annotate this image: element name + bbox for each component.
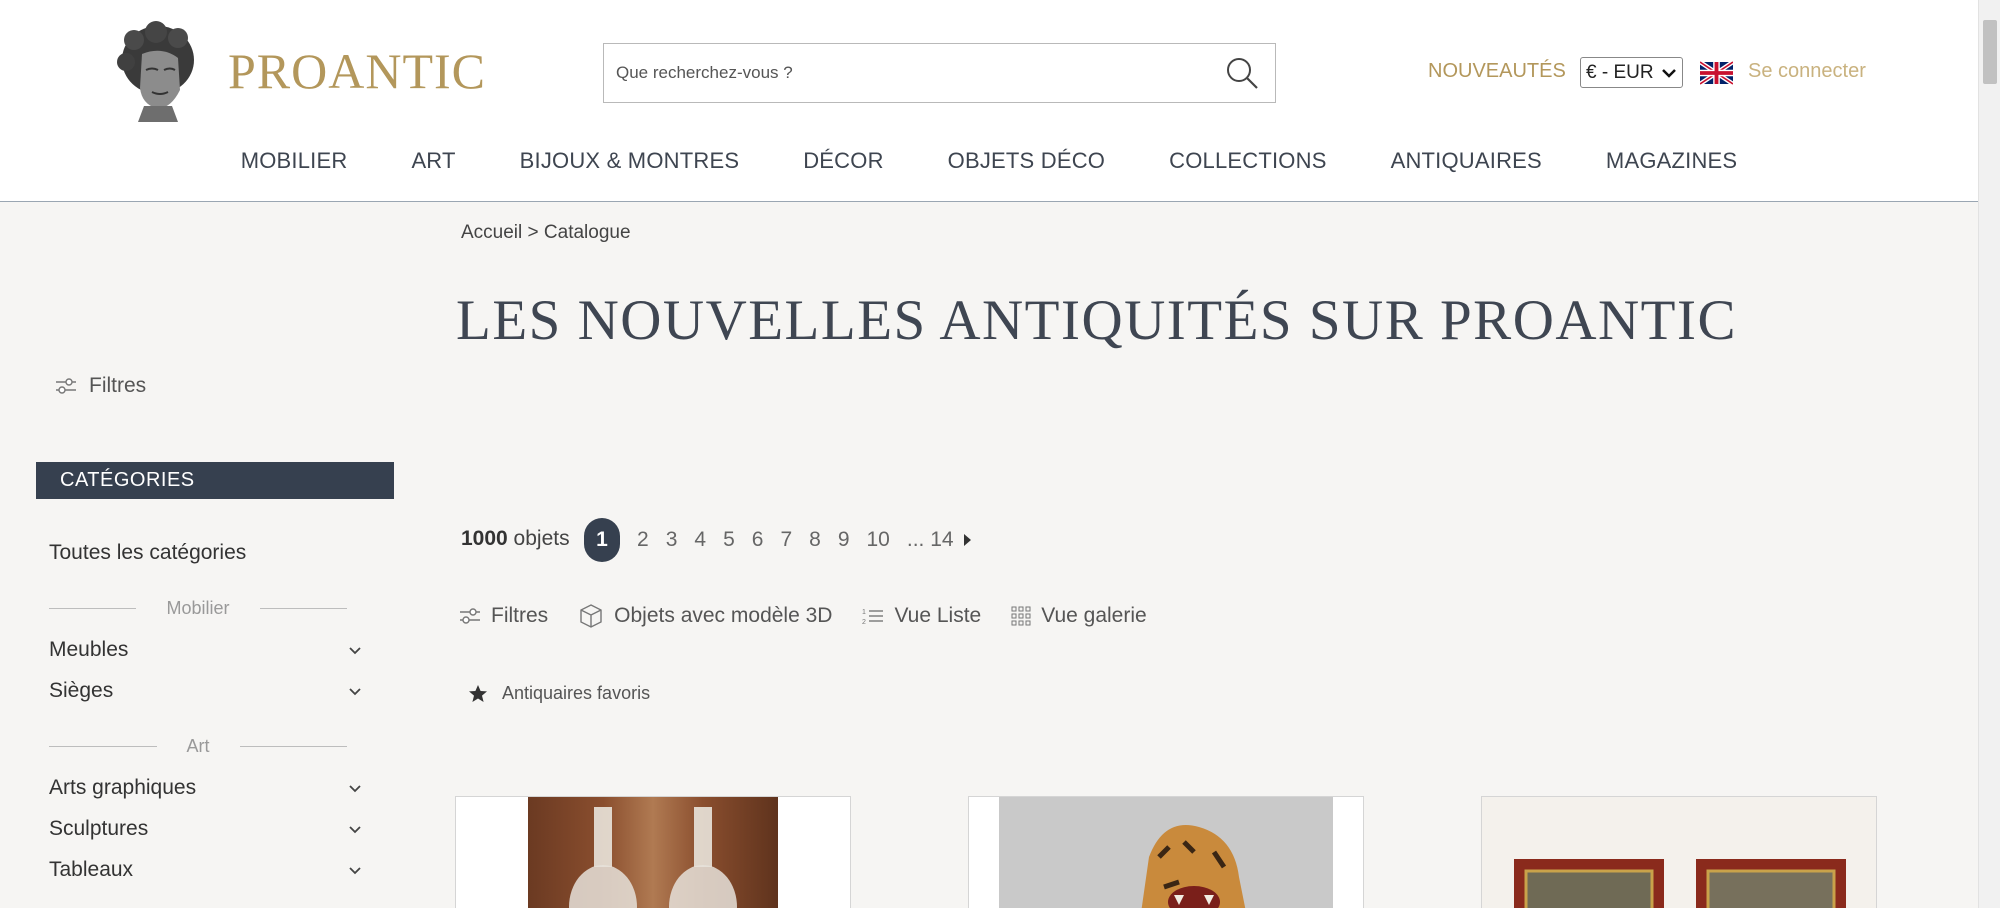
nav-item-objets-deco[interactable]: OBJETS DÉCO (948, 148, 1105, 182)
nav-item-decor[interactable]: DÉCOR (803, 148, 883, 182)
chevron-down-icon (349, 867, 361, 875)
page-link[interactable]: 3 (666, 528, 678, 552)
page-link-last[interactable]: ... 14 (907, 528, 954, 552)
svg-text:1: 1 (862, 609, 866, 616)
objects-3d-button[interactable]: Objets avec modèle 3D (578, 603, 832, 629)
page-link[interactable]: 5 (723, 528, 735, 552)
search-button[interactable] (1223, 54, 1261, 92)
category-item-label: Meubles (49, 638, 129, 661)
page-link[interactable]: 7 (780, 528, 792, 552)
uk-flag-icon[interactable] (1698, 60, 1735, 86)
category-item-meubles[interactable]: Meubles (49, 633, 363, 667)
all-categories-link[interactable]: Toutes les catégories (49, 541, 246, 565)
product-image (528, 797, 778, 908)
product-card[interactable] (1481, 796, 1877, 908)
page-link[interactable]: 4 (694, 528, 706, 552)
product-image (1482, 797, 1876, 908)
grid-icon (1011, 606, 1031, 626)
scrollbar-thumb[interactable] (1983, 20, 1997, 84)
results-count: 1000 objets (461, 527, 570, 551)
page-link-current[interactable]: 1 (584, 518, 620, 562)
category-group-divider: Mobilier (49, 596, 347, 620)
favorite-dealers-toggle[interactable]: Antiquaires favoris (468, 683, 650, 704)
category-item-arts-graphiques[interactable]: Arts graphiques (49, 771, 363, 805)
objects-3d-label: Objets avec modèle 3D (614, 604, 833, 627)
results-count-unit: objets (507, 527, 570, 550)
main-nav: MOBILIER ART BIJOUX & MONTRES DÉCOR OBJE… (0, 148, 1978, 182)
nav-item-bijoux-montres[interactable]: BIJOUX & MONTRES (520, 148, 740, 182)
logo-link[interactable]: PROANTIC (112, 20, 486, 122)
category-item-label: Arts graphiques (49, 776, 197, 799)
svg-text:2: 2 (862, 619, 866, 626)
product-card[interactable] (455, 796, 851, 908)
chevron-down-icon (349, 647, 361, 655)
currency-select[interactable]: € - EUR (1580, 57, 1683, 88)
product-image (999, 797, 1333, 908)
search-icon (1227, 58, 1258, 89)
site-header: PROANTIC NOUVEAUTÉS € - EUR Se connecter… (0, 0, 1978, 202)
currency-value: € - EUR (1586, 61, 1654, 83)
category-group-label: Art (186, 735, 210, 756)
categories-title: CATÉGORIES (36, 462, 394, 499)
login-link[interactable]: Se connecter (1748, 60, 1866, 83)
logo-bust-icon (112, 20, 208, 122)
pagination: 1 2 3 4 5 6 7 8 9 10 ... 14 (584, 518, 972, 562)
search-box (603, 43, 1276, 103)
chevron-down-icon (349, 785, 361, 793)
category-item-sculptures[interactable]: Sculptures (49, 812, 363, 846)
page-link[interactable]: 9 (838, 528, 850, 552)
list-view-button[interactable]: 1 2 Vue Liste (862, 604, 981, 628)
nav-item-magazines[interactable]: MAGAZINES (1606, 148, 1737, 182)
breadcrumb: Accueil > Catalogue (461, 222, 631, 244)
cube-3d-icon (580, 604, 602, 628)
next-page-icon[interactable] (962, 533, 972, 547)
page-title: LES NOUVELLES ANTIQUITÉS SUR PROANTIC (456, 289, 1737, 352)
logo-text: PROANTIC (228, 43, 487, 99)
category-group-divider: Art (49, 734, 348, 758)
nouveautes-link[interactable]: NOUVEAUTÉS (1428, 60, 1566, 83)
gallery-view-label: Vue galerie (1041, 604, 1147, 627)
filters-button[interactable]: Filtres (459, 604, 548, 628)
star-icon (469, 684, 487, 702)
list-view-icon: 1 2 (862, 609, 884, 626)
breadcrumb-current: Catalogue (543, 222, 631, 243)
chevron-down-icon (349, 826, 361, 834)
filter-icon (56, 378, 76, 394)
page-link[interactable]: 6 (752, 528, 764, 552)
page-scrollbar[interactable] (1978, 0, 2000, 908)
results-count-number: 1000 (461, 527, 508, 550)
sidebar-filter-button[interactable]: Filtres (55, 374, 146, 398)
search-input[interactable] (616, 44, 1196, 102)
filter-icon (460, 608, 480, 624)
list-view-label: Vue Liste (894, 604, 982, 627)
listing-toolbar: Filtres Objets avec modèle 3D 1 2 Vue Li… (459, 603, 1177, 629)
filters-label: Filtres (491, 604, 549, 627)
breadcrumb-home-link[interactable]: Accueil (461, 222, 522, 243)
chevron-down-icon (1662, 68, 1676, 78)
product-card[interactable] (968, 796, 1364, 908)
nav-item-collections[interactable]: COLLECTIONS (1169, 148, 1326, 182)
chevron-down-icon (349, 688, 361, 696)
nav-item-mobilier[interactable]: MOBILIER (241, 148, 348, 182)
favorite-dealers-label: Antiquaires favoris (502, 683, 651, 703)
page-link[interactable]: 8 (809, 528, 821, 552)
breadcrumb-separator: > (522, 222, 544, 243)
category-item-label: Sculptures (49, 817, 149, 840)
sidebar-filter-label: Filtres (89, 374, 147, 397)
category-item-label: Tableaux (49, 858, 134, 881)
gallery-view-button[interactable]: Vue galerie (1011, 604, 1147, 628)
category-item-label: Sièges (49, 679, 114, 702)
category-group-label: Mobilier (166, 597, 230, 618)
nav-item-antiquaires[interactable]: ANTIQUAIRES (1391, 148, 1542, 182)
category-item-sieges[interactable]: Sièges (49, 674, 363, 708)
nav-item-art[interactable]: ART (411, 148, 455, 182)
category-item-tableaux[interactable]: Tableaux (49, 853, 363, 887)
page-link[interactable]: 2 (637, 528, 649, 552)
page-link[interactable]: 10 (867, 528, 890, 552)
